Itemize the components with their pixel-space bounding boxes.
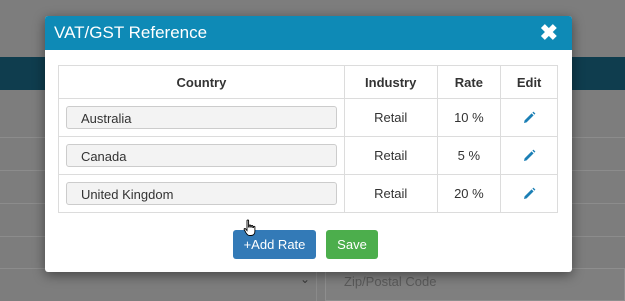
country-field: United Kingdom xyxy=(65,182,337,205)
column-header-edit: Edit xyxy=(500,65,558,99)
save-button[interactable]: Save xyxy=(326,230,378,259)
industry-cell: Retail xyxy=(343,174,438,213)
table-row: United Kingdom Retail 20 % xyxy=(58,174,558,213)
column-header-rate: Rate xyxy=(436,65,502,99)
country-cell: United Kingdom xyxy=(58,174,345,213)
industry-cell: Retail xyxy=(343,136,438,175)
table-row: Australia Retail 10 % xyxy=(58,98,558,137)
table-row: Canada Retail 5 % xyxy=(58,136,558,175)
close-icon[interactable]: ✖ xyxy=(540,22,558,44)
column-header-industry: Industry xyxy=(343,65,438,99)
industry-cell: Retail xyxy=(343,98,438,137)
rate-cell: 20 % xyxy=(436,174,502,213)
pencil-icon[interactable] xyxy=(521,186,537,202)
table-header-row: Country Industry Rate Edit xyxy=(58,65,558,99)
column-header-country: Country xyxy=(58,65,345,99)
zip-postal-input: Zip/Postal Code xyxy=(325,268,625,301)
modal-title: VAT/GST Reference xyxy=(54,23,208,42)
country-cell: Canada xyxy=(58,136,345,175)
vat-rates-table: Country Industry Rate Edit Australia Ret… xyxy=(58,65,558,213)
pencil-icon[interactable] xyxy=(521,148,537,164)
rate-cell: 10 % xyxy=(436,98,502,137)
pencil-icon[interactable] xyxy=(521,110,537,126)
country-field: Australia xyxy=(65,106,337,129)
hand-cursor-icon xyxy=(243,219,256,236)
vat-gst-reference-modal: VAT/GST Reference ✖ Country Industry Rat… xyxy=(45,16,572,272)
country-cell: Australia xyxy=(58,98,345,137)
edit-cell xyxy=(500,98,558,137)
edit-cell xyxy=(500,136,558,175)
rate-cell: 5 % xyxy=(436,136,502,175)
edit-cell xyxy=(500,174,558,213)
chevron-down-icon: ⌄ xyxy=(300,272,311,286)
country-field: Canada xyxy=(65,144,337,167)
modal-header: VAT/GST Reference ✖ xyxy=(45,16,572,50)
